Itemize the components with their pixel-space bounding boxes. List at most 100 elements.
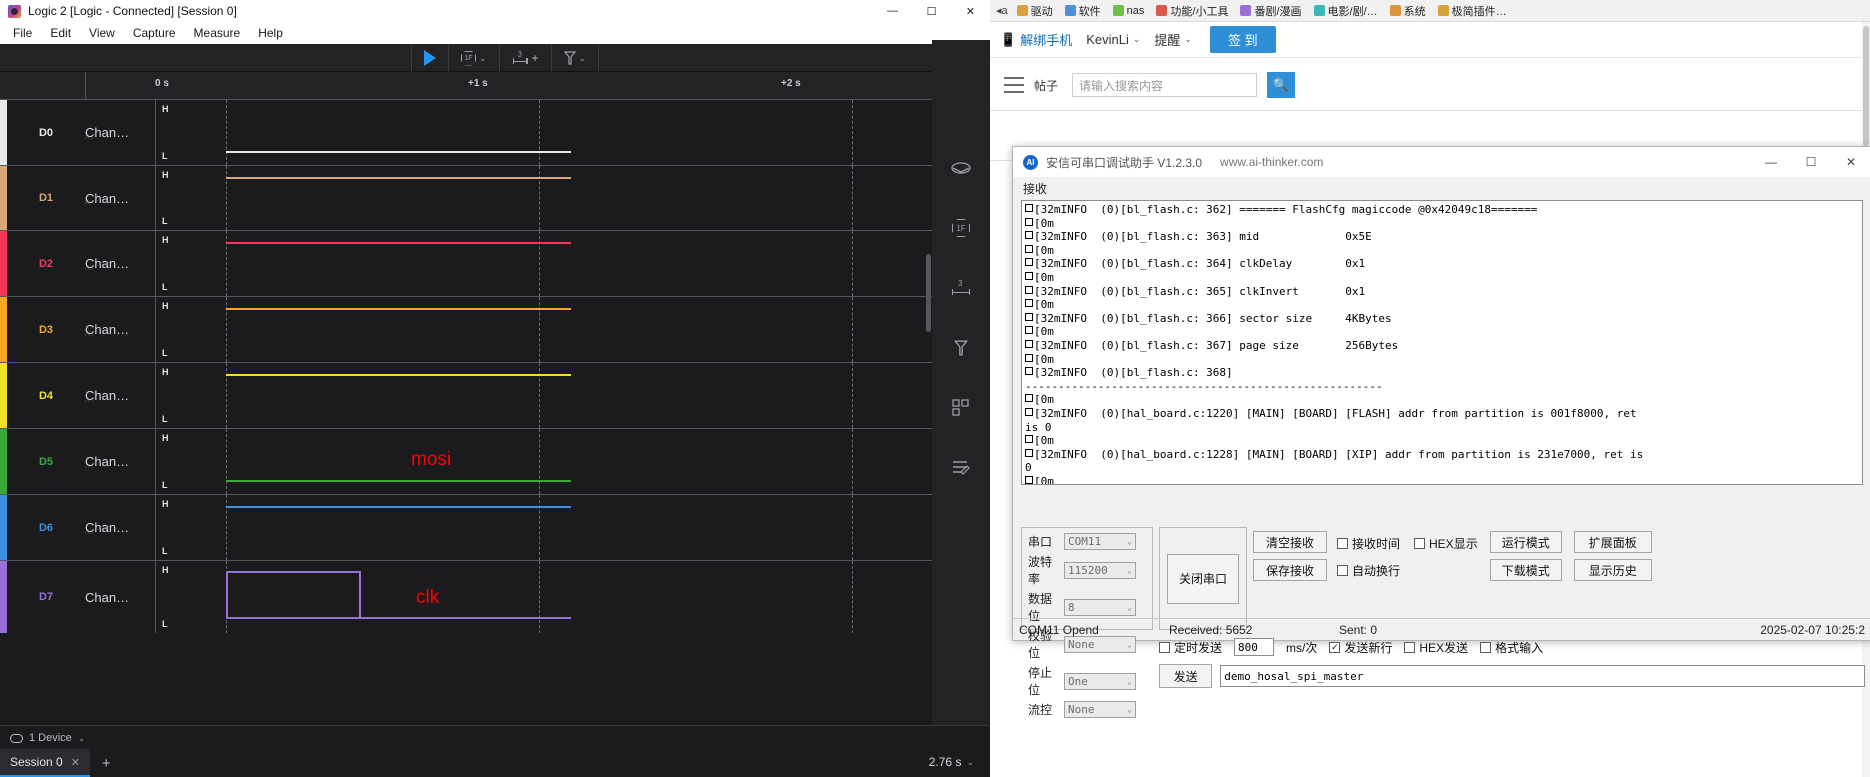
- bookmark-item[interactable]: 功能/小工具: [1151, 1, 1233, 21]
- close-button[interactable]: ✕: [951, 0, 990, 22]
- channel-plot-d7[interactable]: H L clk: [155, 561, 990, 633]
- hex-send-checkbox[interactable]: HEX发送: [1404, 639, 1468, 656]
- add-measurement-button[interactable]: 3 +: [500, 44, 551, 72]
- receive-textarea[interactable]: [32mINFO (0)[bl_flash.c: 362] ======= Fl…: [1021, 200, 1863, 485]
- hex-display-checkbox[interactable]: HEX显示: [1414, 535, 1478, 552]
- search-button[interactable]: 🔍: [1267, 72, 1296, 98]
- user-menu[interactable]: KevinLi ⌄: [1086, 32, 1140, 47]
- auto-newline-checkbox[interactable]: 自动换行: [1337, 562, 1400, 579]
- menu-measure[interactable]: Measure: [185, 24, 250, 42]
- menu-file[interactable]: File: [4, 24, 41, 42]
- minimize-button[interactable]: —: [873, 0, 912, 22]
- start-capture-button[interactable]: [412, 44, 448, 72]
- bookmark-item[interactable]: 番剧/漫画: [1235, 1, 1306, 21]
- channel-name-d2[interactable]: Chan…: [85, 231, 155, 296]
- channel-row-d0[interactable]: D0 Chan… H L ⋯: [0, 100, 990, 166]
- list-icon[interactable]: [1004, 77, 1024, 93]
- rail-notes-button[interactable]: [932, 438, 990, 498]
- bookmark-item[interactable]: nas: [1108, 3, 1150, 19]
- channel-name-d0[interactable]: Chan…: [85, 100, 155, 165]
- expand-panel-button[interactable]: 扩展面板: [1573, 531, 1652, 553]
- channel-name-d6[interactable]: Chan…: [85, 495, 155, 560]
- rail-measurements-button[interactable]: 3: [932, 258, 990, 318]
- show-history-button[interactable]: 显示历史: [1573, 559, 1652, 581]
- browser-scrollbar-thumb[interactable]: [1863, 26, 1869, 146]
- run-mode-button[interactable]: 运行模式: [1489, 531, 1562, 553]
- rail-capture-settings-button[interactable]: 1F: [932, 198, 990, 258]
- channel-options-icon[interactable]: ⋯: [84, 133, 94, 144]
- channel-row-d7[interactable]: D7 Chan… H L clk: [0, 561, 990, 633]
- channel-name-d4[interactable]: Chan…: [85, 363, 155, 428]
- add-session-button[interactable]: +: [90, 750, 123, 777]
- send-button[interactable]: 发送: [1159, 664, 1213, 688]
- close-icon[interactable]: ✕: [71, 756, 80, 769]
- timeline-ruler[interactable]: 0 s +1 s +2 s: [0, 72, 990, 100]
- channel-row-d6[interactable]: D6 Chan… H L ⋯: [0, 495, 990, 561]
- bookmark-item[interactable]: 软件: [1060, 1, 1106, 21]
- maximize-button[interactable]: ☐: [1791, 147, 1831, 177]
- capture-mode-button[interactable]: 1F ⌄: [449, 44, 499, 72]
- send-input[interactable]: demo_hosal_spi_master: [1220, 665, 1865, 687]
- remind-menu[interactable]: 提醒 ⌄: [1154, 30, 1192, 49]
- clear-receive-button[interactable]: 清空接收: [1253, 531, 1327, 553]
- close-button[interactable]: ✕: [1831, 147, 1870, 177]
- bookmark-item[interactable]: 电影/剧/…: [1309, 1, 1383, 21]
- channel-plot-d3[interactable]: H L ⋯: [84, 297, 990, 362]
- bookmark-item[interactable]: 驱动: [1012, 1, 1058, 21]
- rail-annotations-button[interactable]: [932, 138, 990, 198]
- bookmark-item[interactable]: 系统: [1385, 1, 1431, 21]
- channel-plot-d5[interactable]: H L ⋯ mosi: [84, 429, 990, 494]
- rail-trigger-button[interactable]: [932, 318, 990, 378]
- channel-row-d1[interactable]: D1 Chan… H L ⋯: [0, 166, 990, 231]
- send-interval-input[interactable]: 800: [1234, 638, 1275, 656]
- timed-send-checkbox[interactable]: 定时发送: [1159, 639, 1222, 656]
- channel-row-d5[interactable]: D5 Chan… H L ⋯ mosi: [0, 429, 990, 495]
- minimize-button[interactable]: —: [1751, 147, 1791, 177]
- channel-plot-d6[interactable]: H L ⋯: [84, 495, 990, 560]
- channel-plot-d0[interactable]: H L ⋯: [84, 100, 990, 165]
- channel-name-d1[interactable]: Chan…: [85, 166, 155, 230]
- channel-plot-d2[interactable]: H L ⋯: [84, 231, 990, 296]
- menu-view[interactable]: View: [80, 24, 124, 42]
- close-port-button[interactable]: 关闭串口: [1167, 553, 1239, 604]
- signin-button[interactable]: 签 到: [1209, 26, 1276, 53]
- port-setting-select[interactable]: None ⌄: [1064, 701, 1136, 718]
- menu-help[interactable]: Help: [249, 24, 292, 42]
- bookmarks-overflow-label[interactable]: ◂a: [994, 4, 1010, 17]
- maximize-button[interactable]: ☐: [912, 0, 951, 22]
- rail-extensions-button[interactable]: [932, 378, 990, 438]
- save-receive-button[interactable]: 保存接收: [1253, 559, 1327, 581]
- recv-time-checkbox[interactable]: 接收时间: [1337, 535, 1400, 552]
- channel-options-icon[interactable]: ⋯: [84, 264, 94, 275]
- menu-edit[interactable]: Edit: [41, 24, 80, 42]
- capture-duration[interactable]: 2.76 s ⌄: [929, 755, 974, 769]
- channel-options-icon[interactable]: ⋯: [84, 330, 94, 341]
- channel-name-d3[interactable]: Chan…: [85, 297, 155, 362]
- send-newline-checkbox[interactable]: ✓ 发送新行: [1329, 639, 1392, 656]
- port-setting-select[interactable]: 115200 ⌄: [1064, 561, 1136, 579]
- waveform-scrollbar[interactable]: [925, 64, 932, 725]
- tab-session-0[interactable]: Session 0 ✕: [0, 749, 90, 777]
- search-scope-label[interactable]: 帖子: [1034, 77, 1062, 94]
- channel-plot-d4[interactable]: H L ⋯: [84, 363, 990, 428]
- port-setting-select[interactable]: COM11 ⌄: [1064, 533, 1136, 550]
- channel-options-icon[interactable]: ⋯: [84, 528, 94, 539]
- channel-options-icon[interactable]: ⋯: [84, 198, 94, 209]
- trigger-button[interactable]: ⌄: [552, 44, 599, 72]
- channel-plot-d1[interactable]: H L ⋯: [84, 166, 990, 230]
- port-setting-select[interactable]: One ⌄: [1064, 672, 1136, 690]
- search-input[interactable]: 请输入搜索内容: [1072, 73, 1258, 97]
- waveform-scrollbar-thumb[interactable]: [926, 254, 931, 332]
- channel-row-d2[interactable]: D2 Chan… H L ⋯: [0, 231, 990, 297]
- channel-name-d5[interactable]: Chan…: [85, 429, 155, 494]
- channel-name-d7[interactable]: Chan…: [85, 561, 155, 633]
- menu-capture[interactable]: Capture: [124, 24, 185, 42]
- channel-options-icon[interactable]: ⋯: [84, 462, 94, 473]
- channel-row-d4[interactable]: D4 Chan… H L ⋯: [0, 363, 990, 429]
- unbind-phone-link[interactable]: 📱 解绑手机: [1000, 30, 1072, 49]
- download-mode-button[interactable]: 下载模式: [1489, 559, 1562, 581]
- device-selector[interactable]: 1 Device ⌄: [10, 732, 85, 744]
- format-input-checkbox[interactable]: 格式输入: [1480, 639, 1543, 656]
- channel-row-d3[interactable]: D3 Chan… H L ⋯: [0, 297, 990, 363]
- bookmark-item[interactable]: 极简插件…: [1433, 1, 1512, 21]
